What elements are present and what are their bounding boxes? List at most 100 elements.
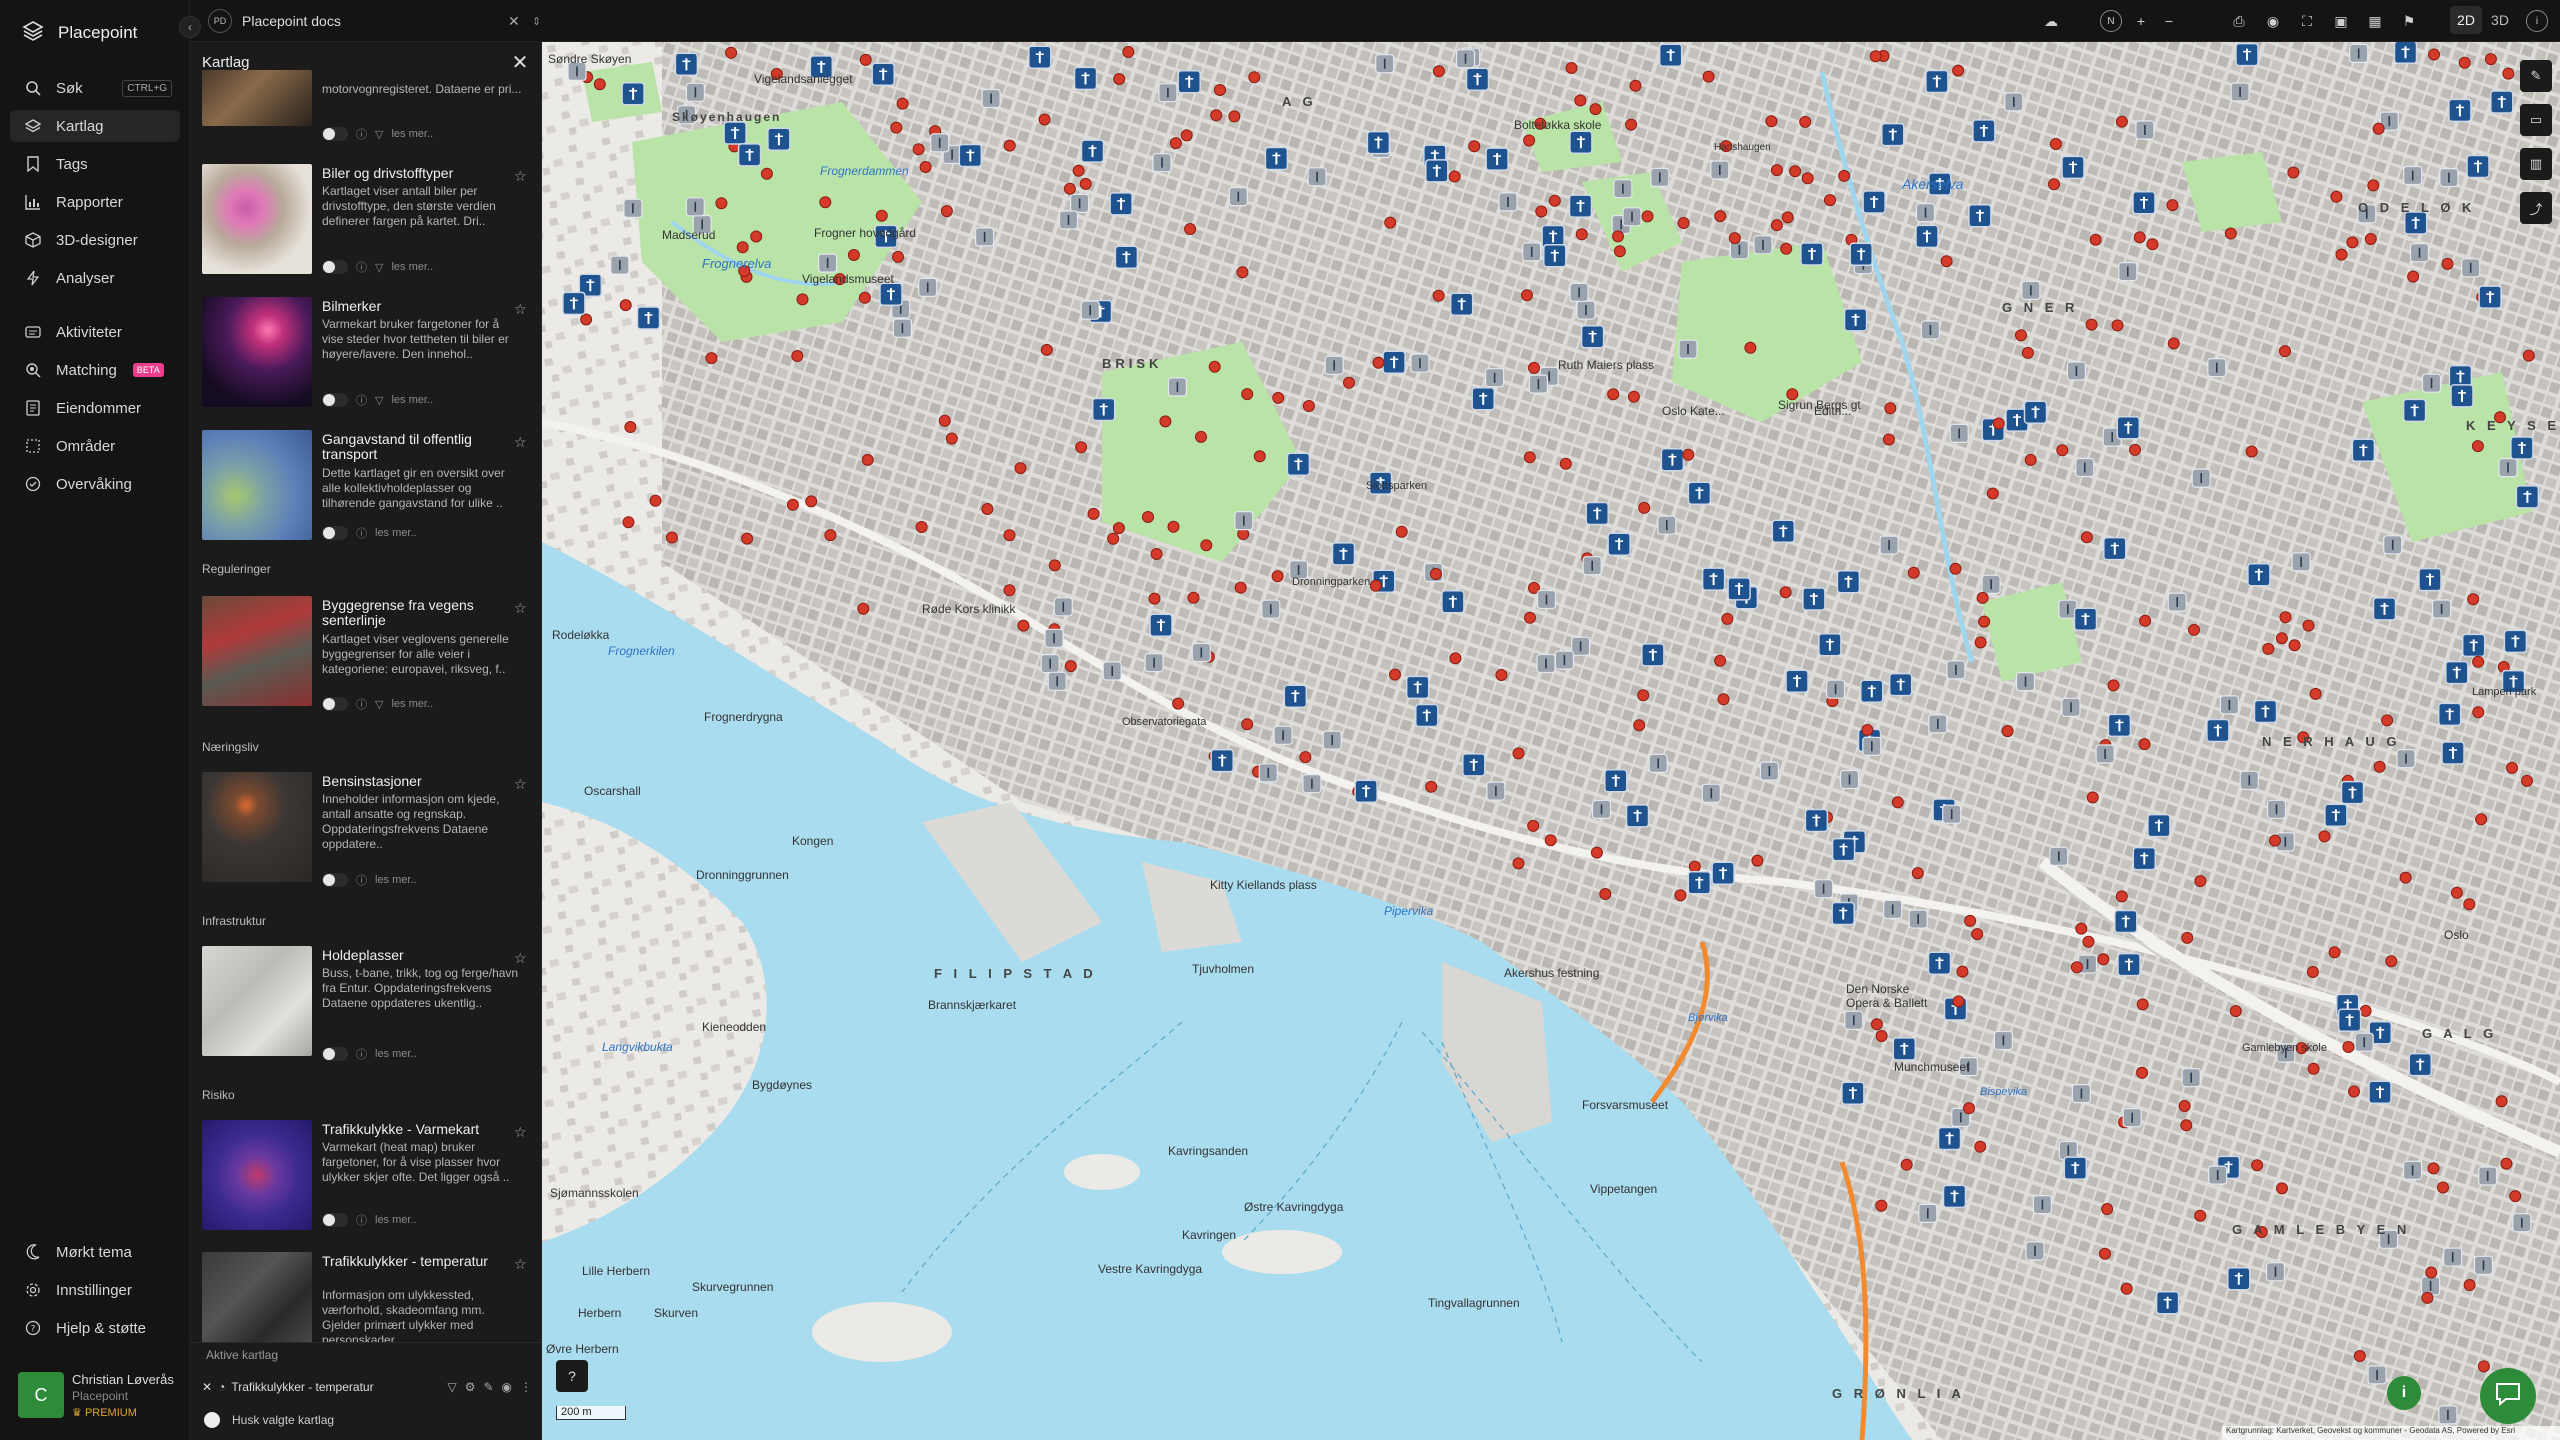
accident-cluster-marker[interactable]	[1568, 194, 1593, 219]
accident-marker[interactable]	[2070, 961, 2083, 974]
map-tool-route[interactable]: ⤴	[2520, 192, 2552, 224]
accident-marker[interactable]	[2463, 898, 2476, 911]
accident-cluster-marker[interactable]	[2253, 699, 2278, 724]
accident-cluster-marker[interactable]	[1687, 870, 1712, 895]
accident-marker[interactable]	[2472, 655, 2485, 668]
accident-marker[interactable]	[1986, 487, 1999, 500]
accident-marker[interactable]	[2136, 1066, 2149, 1079]
accident-marker[interactable]	[1302, 400, 1315, 412]
accident-marker[interactable]	[1544, 834, 1557, 847]
accident-marker[interactable]	[1780, 242, 1793, 255]
info-icon[interactable]: ⓘ	[356, 392, 367, 408]
accident-marker[interactable]	[2364, 233, 2377, 245]
accident-marker[interactable]	[1992, 417, 2005, 430]
accident-marker[interactable]	[1765, 115, 1778, 128]
accident-cluster-marker[interactable]	[1302, 773, 1322, 794]
accident-marker[interactable]	[1169, 137, 1182, 150]
accident-cluster-marker[interactable]	[1701, 567, 1726, 592]
accident-cluster-marker[interactable]	[1687, 481, 1712, 506]
accident-marker[interactable]	[824, 529, 837, 542]
accident-cluster-marker[interactable]	[2441, 741, 2465, 765]
nav-item-analyses[interactable]: Analyser	[10, 262, 180, 294]
accident-marker[interactable]	[919, 161, 932, 173]
read-more-link[interactable]: les mer..	[375, 527, 417, 539]
accident-marker[interactable]	[1253, 450, 1266, 463]
accident-cluster-marker[interactable]	[2226, 1266, 2251, 1291]
accident-cluster-marker[interactable]	[1727, 576, 1752, 601]
accident-cluster-marker[interactable]	[1825, 679, 1846, 700]
accident-marker[interactable]	[2521, 774, 2533, 787]
accident-cluster-marker[interactable]	[2004, 92, 2024, 112]
accident-cluster-marker[interactable]	[1322, 730, 1342, 750]
accident-cluster-marker[interactable]	[2489, 90, 2514, 114]
accident-marker[interactable]	[1468, 140, 1481, 153]
accident-cluster-marker[interactable]	[1924, 69, 1949, 94]
accident-marker[interactable]	[2484, 53, 2497, 66]
accident-cluster-marker[interactable]	[2439, 167, 2459, 188]
read-more-link[interactable]: les mer..	[375, 1214, 417, 1226]
accident-cluster-marker[interactable]	[1843, 307, 1868, 332]
accident-cluster-marker[interactable]	[737, 142, 762, 167]
accident-cluster-marker[interactable]	[1799, 242, 1824, 266]
accident-marker[interactable]	[2373, 760, 2386, 773]
accident-marker[interactable]	[2467, 593, 2480, 606]
accident-cluster-marker[interactable]	[1915, 224, 1939, 249]
accident-marker[interactable]	[1448, 170, 1461, 183]
accident-cluster-marker[interactable]	[1658, 43, 1683, 68]
accident-cluster-marker[interactable]	[2107, 713, 2132, 738]
accident-marker[interactable]	[2107, 679, 2120, 692]
accident-marker[interactable]	[1688, 860, 1701, 873]
accident-marker[interactable]	[2359, 1004, 2372, 1017]
accident-cluster-marker[interactable]	[1331, 541, 1356, 566]
nav-item-layers[interactable]: Kartlag	[10, 110, 180, 142]
accident-marker[interactable]	[2287, 166, 2300, 179]
accident-cluster-marker[interactable]	[1044, 628, 1064, 649]
accident-cluster-marker[interactable]	[2396, 748, 2416, 769]
accident-marker[interactable]	[1949, 562, 1962, 575]
map-info-button[interactable]: i	[2387, 1376, 2421, 1410]
accident-cluster-marker[interactable]	[1177, 69, 1202, 94]
accident-marker[interactable]	[1559, 457, 1572, 470]
accident-cluster-marker[interactable]	[2023, 400, 2048, 425]
accident-cluster-marker[interactable]	[981, 88, 1001, 109]
accident-marker[interactable]	[1751, 854, 1764, 867]
accident-marker[interactable]	[1607, 388, 1620, 401]
accident-marker[interactable]	[1425, 780, 1438, 793]
document-selector[interactable]: PD Placepoint docs ✕ ⇕	[208, 7, 548, 35]
accident-cluster-marker[interactable]	[1158, 82, 1178, 103]
accident-marker[interactable]	[2166, 199, 2179, 212]
accident-marker[interactable]	[2335, 248, 2348, 261]
accident-cluster-marker[interactable]	[1521, 242, 1542, 262]
info-icon[interactable]: ⓘ	[356, 872, 367, 888]
accident-marker[interactable]	[1974, 636, 1987, 649]
filter-icon[interactable]: ▽	[375, 698, 383, 711]
accident-marker[interactable]	[1523, 134, 1536, 147]
map-tool-draw[interactable]: ✎	[2520, 60, 2552, 92]
accident-marker[interactable]	[1638, 501, 1651, 514]
accident-cluster-marker[interactable]	[2122, 1107, 2142, 1128]
accident-marker[interactable]	[1389, 668, 1401, 681]
accident-marker[interactable]	[2082, 935, 2095, 948]
accident-cluster-marker[interactable]	[2191, 468, 2211, 488]
accident-cluster-marker[interactable]	[2409, 242, 2430, 263]
accident-marker[interactable]	[2279, 345, 2291, 358]
accident-cluster-marker[interactable]	[1047, 671, 1067, 692]
accident-cluster-marker[interactable]	[1498, 192, 1518, 212]
remove-icon[interactable]: ✕	[202, 1380, 212, 1394]
accident-cluster-marker[interactable]	[2421, 373, 2442, 394]
compass-button[interactable]: N	[2100, 10, 2122, 32]
accident-marker[interactable]	[1907, 566, 1920, 579]
accident-cluster-marker[interactable]	[1324, 355, 1344, 376]
nav-item-activities[interactable]: Aktiviteter	[10, 316, 180, 348]
accident-cluster-marker[interactable]	[2239, 770, 2260, 791]
accident-marker[interactable]	[593, 78, 606, 91]
accident-cluster-marker[interactable]	[1234, 510, 1254, 531]
mode-2d-button[interactable]: 2D	[2450, 6, 2482, 34]
accident-cluster-marker[interactable]	[1640, 642, 1665, 667]
accident-cluster-marker[interactable]	[2368, 1080, 2392, 1105]
accident-cluster-marker[interactable]	[2393, 42, 2418, 65]
accident-marker[interactable]	[2115, 890, 2128, 903]
accident-cluster-marker[interactable]	[1839, 769, 1860, 790]
accident-marker[interactable]	[2437, 1181, 2449, 1194]
accident-marker[interactable]	[2180, 1119, 2193, 1132]
